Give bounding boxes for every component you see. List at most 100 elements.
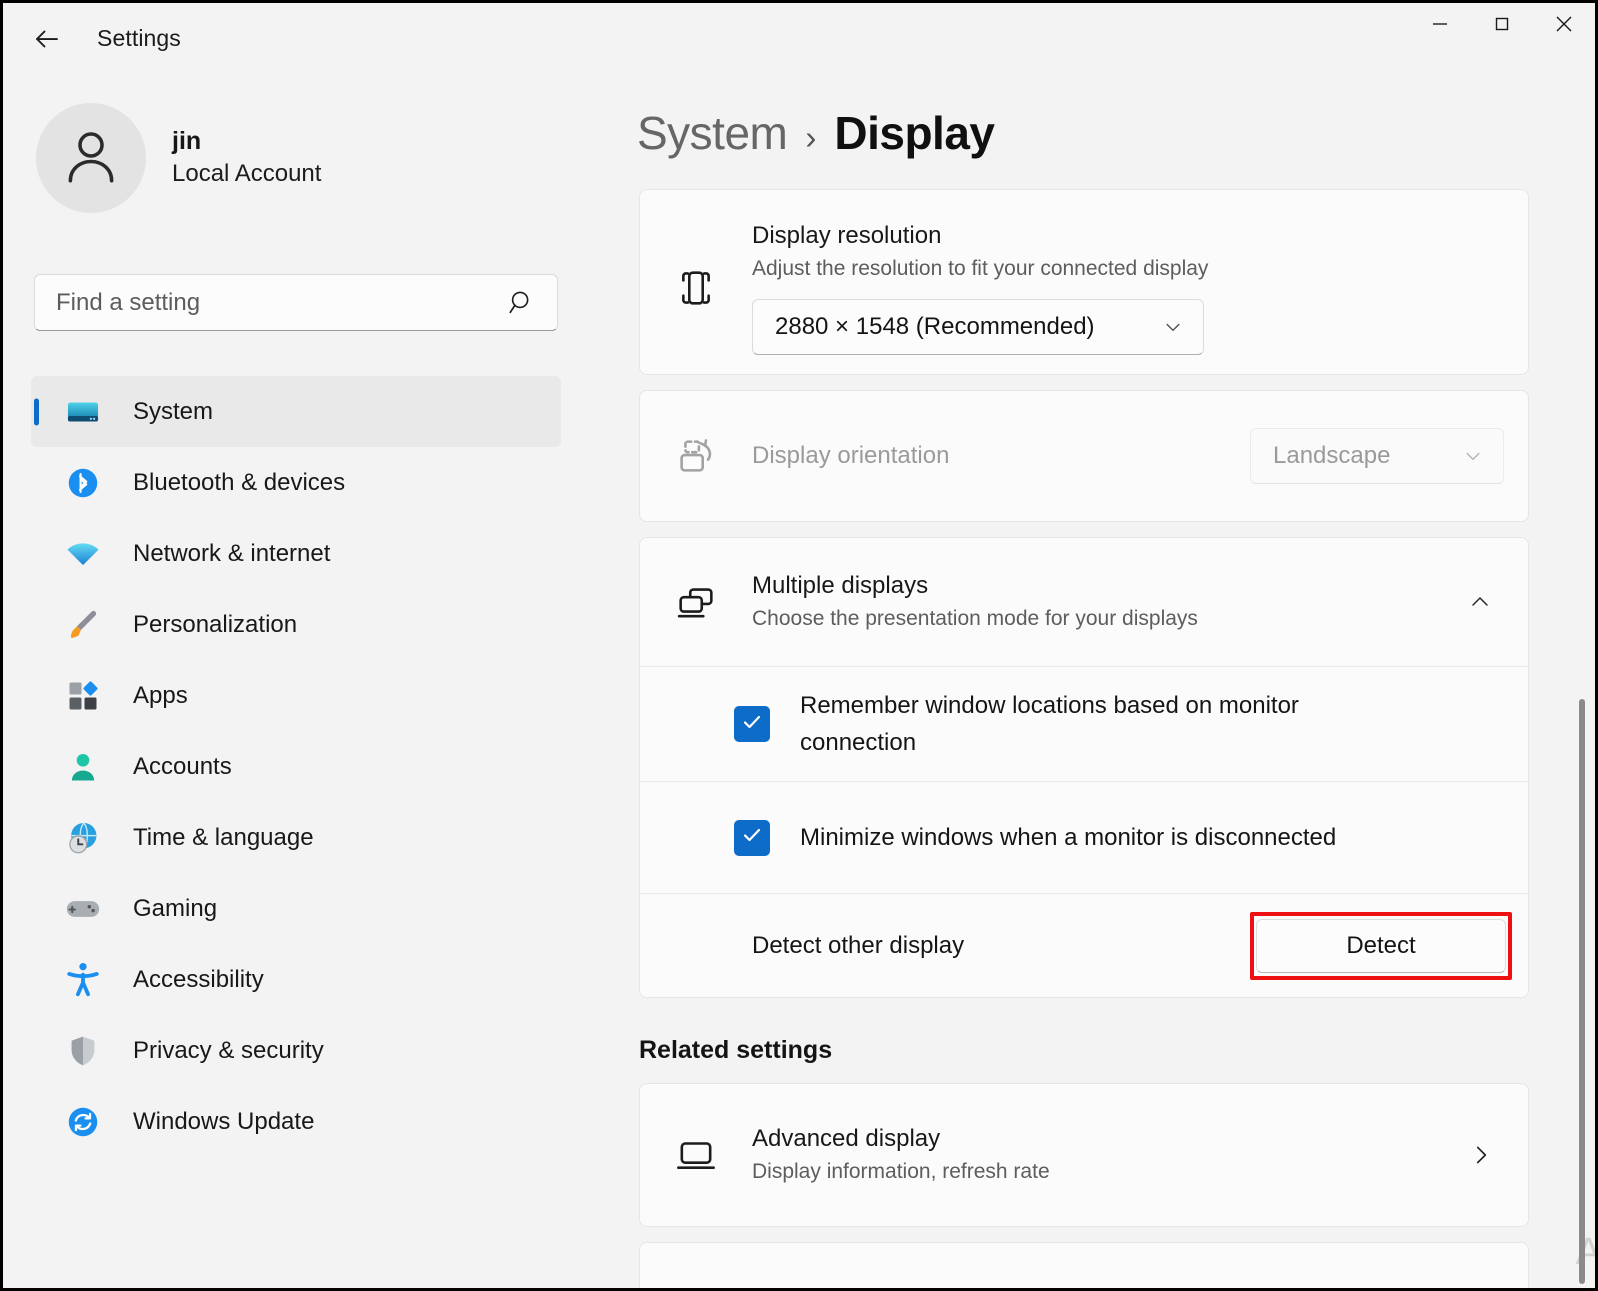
orientation-value: Landscape: [1273, 442, 1391, 469]
sidebar: jin Local Account Find a setting System …: [3, 73, 613, 1288]
multiple-displays-icon: [640, 579, 752, 625]
search-placeholder: Find a setting: [56, 288, 201, 316]
checkbox-row-minimize-windows[interactable]: Minimize windows when a monitor is disco…: [640, 781, 1528, 893]
account-profile[interactable]: jin Local Account: [36, 103, 321, 213]
monitor-icon: [61, 393, 105, 431]
settings-cards: Display resolution Adjust the resolution…: [639, 189, 1529, 1288]
sidebar-item-label: Windows Update: [133, 1107, 315, 1135]
apps-icon: [61, 678, 105, 714]
sidebar-item-privacy-security[interactable]: Privacy & security: [31, 1015, 561, 1086]
sidebar-item-personalization[interactable]: Personalization: [31, 589, 561, 660]
window-title: Settings: [97, 25, 181, 51]
advanced-display-card[interactable]: Advanced display Display information, re…: [639, 1083, 1529, 1228]
globe-clock-icon: [61, 819, 105, 857]
gamepad-icon: [61, 890, 105, 928]
person-avatar-icon: [58, 123, 124, 194]
sidebar-item-label: Accessibility: [133, 965, 264, 993]
related-settings-heading: Related settings: [639, 1036, 833, 1065]
settings-window: Settings jin Local Account Find a settin…: [3, 3, 1595, 1288]
breadcrumb: System › Display: [637, 106, 995, 160]
multiple-displays-subtitle: Choose the presentation mode for your di…: [752, 606, 1198, 630]
multiple-displays-header[interactable]: Multiple displays Choose the presentatio…: [640, 538, 1528, 666]
back-arrow-icon: [32, 24, 62, 54]
multiple-displays-title: Multiple displays: [752, 571, 929, 599]
laptop-display-icon: [640, 1132, 752, 1178]
multiple-displays-card: Multiple displays Choose the presentatio…: [639, 537, 1529, 999]
display-orientation-icon: [640, 433, 752, 479]
update-sync-icon: [61, 1104, 105, 1140]
detect-other-display-row: Detect other display Detect: [640, 893, 1528, 997]
content-scrollbar[interactable]: [1575, 179, 1589, 1288]
sidebar-item-system[interactable]: System: [31, 376, 561, 447]
accessibility-icon: [61, 961, 105, 999]
search-icon: [507, 288, 537, 323]
sidebar-item-network-internet[interactable]: Network & internet: [31, 518, 561, 589]
paintbrush-icon: [61, 606, 105, 644]
maximize-button[interactable]: [1471, 3, 1533, 49]
sidebar-item-accessibility[interactable]: Accessibility: [31, 944, 561, 1015]
search-input[interactable]: Find a setting: [34, 274, 558, 331]
sidebar-item-gaming[interactable]: Gaming: [31, 873, 561, 944]
resolution-title: Display resolution: [752, 221, 942, 249]
bluetooth-icon: [61, 465, 105, 501]
sidebar-item-label: Gaming: [133, 894, 218, 922]
advanced-display-title: Advanced display: [752, 1125, 941, 1153]
display-resolution-card: Display resolution Adjust the resolution…: [639, 189, 1529, 375]
minimize-icon: [1429, 13, 1451, 40]
sidebar-item-apps[interactable]: Apps: [31, 660, 561, 731]
advanced-display-subtitle: Display information, refresh rate: [752, 1160, 1050, 1184]
resolution-value: 2880 × 1548 (Recommended): [775, 313, 1095, 341]
accounts-icon: [61, 749, 105, 785]
sidebar-item-windows-update[interactable]: Windows Update: [31, 1086, 561, 1157]
breadcrumb-parent[interactable]: System: [637, 106, 788, 160]
window-controls: [1409, 3, 1595, 49]
chevron-up-icon[interactable]: [1432, 590, 1528, 614]
resolution-dropdown[interactable]: 2880 × 1548 (Recommended): [752, 299, 1204, 356]
sidebar-item-label: Privacy & security: [133, 1036, 324, 1064]
checkbox-remember-window-locations[interactable]: [734, 706, 770, 743]
checkbox-minimize-windows[interactable]: [734, 819, 770, 856]
checkmark-icon: [740, 710, 764, 739]
sidebar-item-label: Personalization: [133, 610, 298, 638]
sidebar-item-label: Accounts: [133, 752, 232, 780]
account-name: jin: [172, 126, 202, 155]
sidebar-item-label: System: [133, 397, 214, 425]
title-bar: Settings: [3, 3, 1595, 73]
close-icon: [1552, 12, 1576, 41]
close-button[interactable]: [1533, 3, 1595, 49]
sidebar-item-bluetooth-devices[interactable]: Bluetooth & devices: [31, 447, 561, 518]
checkbox-label: Remember window locations based on monit…: [800, 692, 1299, 757]
breadcrumb-separator-icon: ›: [805, 119, 817, 156]
avatar: [36, 103, 146, 213]
checkbox-row-remember-window-locations[interactable]: Remember window locations based on monit…: [640, 666, 1528, 781]
content-area: System › Display Display resolution Adju…: [613, 73, 1595, 1288]
maximize-icon: [1491, 13, 1513, 40]
chevron-right-icon: [1468, 1142, 1494, 1168]
sidebar-item-label: Apps: [133, 681, 188, 709]
detect-other-display-label: Detect other display: [752, 931, 965, 959]
wifi-icon: [61, 535, 105, 573]
resolution-subtitle: Adjust the resolution to fit your connec…: [752, 256, 1209, 280]
next-related-setting-card-partial[interactable]: [639, 1242, 1529, 1288]
page-title: Display: [834, 107, 995, 159]
checkbox-label: Minimize windows when a monitor is disco…: [800, 824, 1337, 852]
scrollbar-thumb[interactable]: [1579, 699, 1585, 1284]
sidebar-item-label: Network & internet: [133, 539, 331, 567]
display-resolution-icon: [640, 265, 752, 311]
chevron-down-icon: [1447, 446, 1503, 466]
sidebar-item-label: Time & language: [133, 823, 314, 851]
checkmark-icon: [740, 823, 764, 852]
orientation-dropdown: Landscape: [1250, 428, 1504, 484]
detect-button[interactable]: Detect: [1256, 918, 1506, 973]
display-orientation-card: Display orientation Landscape: [639, 390, 1529, 522]
minimize-button[interactable]: [1409, 3, 1471, 49]
navigation-list: System Bluetooth & devices Network & int…: [31, 376, 561, 1157]
back-button[interactable]: [25, 19, 69, 59]
sidebar-item-accounts[interactable]: Accounts: [31, 731, 561, 802]
sidebar-item-label: Bluetooth & devices: [133, 468, 346, 496]
shield-icon: [61, 1033, 105, 1069]
sidebar-item-time-language[interactable]: Time & language: [31, 802, 561, 873]
account-type: Local Account: [172, 160, 322, 188]
orientation-title: Display orientation: [752, 442, 950, 469]
chevron-down-icon: [1147, 317, 1203, 337]
